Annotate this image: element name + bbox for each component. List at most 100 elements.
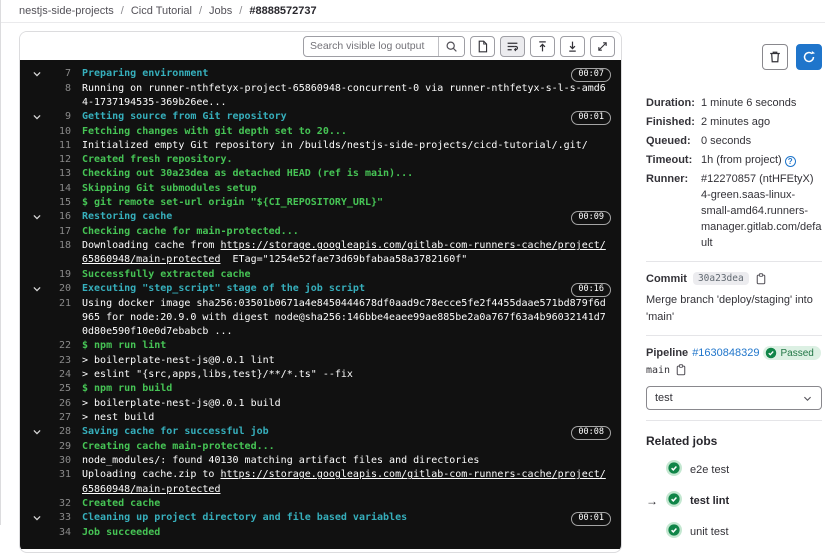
log-line-number[interactable]: 8 xyxy=(50,82,71,96)
log-line-number[interactable]: 27 xyxy=(50,411,71,425)
commit-label: Commit xyxy=(646,273,687,285)
related-job-link[interactable]: unit test xyxy=(690,526,729,538)
log-line-number[interactable]: 31 xyxy=(50,468,71,482)
copy-commit-sha-button[interactable] xyxy=(755,273,767,285)
section-duration-badge: 00:08 xyxy=(571,426,611,440)
log-line-number[interactable]: 11 xyxy=(50,139,71,153)
log-line: 27> nest build xyxy=(24,411,611,425)
log-line-number[interactable]: 12 xyxy=(50,153,71,167)
detail-label: Timeout: xyxy=(646,153,701,169)
log-line-number[interactable]: 15 xyxy=(50,196,71,210)
log-line-number[interactable]: 30 xyxy=(50,454,71,468)
log-line-text: Restoring cache xyxy=(71,210,561,224)
log-line-text: Getting source from Git repository xyxy=(71,110,561,124)
sidebar-actions xyxy=(646,44,822,70)
log-line-number[interactable]: 10 xyxy=(50,125,71,139)
log-line-text: $ npm run lint xyxy=(71,339,611,353)
log-line-text: > nest build xyxy=(71,411,611,425)
chevron-down-icon xyxy=(32,513,42,523)
search-icon[interactable] xyxy=(438,37,464,56)
log-line-number[interactable]: 32 xyxy=(50,497,71,511)
breadcrumb-link[interactable]: nestjs-side-projects xyxy=(19,5,114,17)
log-line-number[interactable]: 29 xyxy=(50,440,71,454)
fullscreen-button[interactable] xyxy=(590,36,615,57)
log-line-text: Saving cache for successful job xyxy=(71,425,561,439)
log-line-number[interactable]: 28 xyxy=(50,425,71,439)
log-line-number[interactable]: 13 xyxy=(50,167,71,181)
file-icon xyxy=(476,40,489,53)
log-line-number[interactable]: 23 xyxy=(50,354,71,368)
retry-job-button[interactable] xyxy=(796,44,822,70)
log-line-text: Created fresh repository. xyxy=(71,153,611,167)
log-line-text: Checking cache for main-protected... xyxy=(71,225,611,239)
collapse-section-toggle[interactable] xyxy=(24,67,50,79)
log-line-number[interactable]: 33 xyxy=(50,511,71,525)
help-icon[interactable]: ? xyxy=(785,156,796,167)
trash-icon xyxy=(768,50,782,64)
log-line: 29Creating cache main-protected... xyxy=(24,440,611,454)
log-line-number[interactable]: 9 xyxy=(50,110,71,124)
raw-log-button[interactable] xyxy=(470,36,495,57)
erase-log-button[interactable] xyxy=(762,44,788,70)
log-line: 31Uploading cache.zip to https://storage… xyxy=(24,468,611,497)
pipeline-status-badge[interactable]: Passed xyxy=(763,346,820,360)
log-line-text: node_modules/: found 40130 matching arti… xyxy=(71,454,611,468)
log-line-number[interactable]: 19 xyxy=(50,268,71,282)
related-job-row: →test lint xyxy=(646,491,822,510)
collapse-section-toggle[interactable] xyxy=(24,511,50,523)
branch-ref-link[interactable]: main xyxy=(646,365,670,376)
log-line-number[interactable]: 22 xyxy=(50,339,71,353)
scroll-bottom-button[interactable] xyxy=(560,36,585,57)
breadcrumb-separator: / xyxy=(239,5,242,17)
log-line: 10Fetching changes with git depth set to… xyxy=(24,125,611,139)
scroll-top-button[interactable] xyxy=(530,36,555,57)
log-line-text: Uploading cache.zip to https://storage.g… xyxy=(71,468,611,497)
job-status-icon xyxy=(666,460,682,479)
fullscreen-icon xyxy=(596,40,609,53)
log-line: 20Executing "step_script" stage of the j… xyxy=(24,282,611,297)
collapse-section-toggle[interactable] xyxy=(24,425,50,437)
log-line: 24> eslint "{src,apps,libs,test}/**/*.ts… xyxy=(24,368,611,382)
log-gutter xyxy=(24,526,50,528)
log-line-number[interactable]: 26 xyxy=(50,397,71,411)
log-line-number[interactable]: 20 xyxy=(50,282,71,296)
collapse-section-toggle[interactable] xyxy=(24,210,50,222)
related-job-link[interactable]: test lint xyxy=(690,495,729,507)
breadcrumb-link[interactable]: Jobs xyxy=(209,5,232,17)
pipeline-id-link[interactable]: #1630848329 xyxy=(692,347,759,359)
log-line-text: Fetching changes with git depth set to 2… xyxy=(71,125,611,139)
commit-sha-link[interactable]: 30a23dea xyxy=(693,272,749,285)
log-gutter xyxy=(24,196,50,198)
main-content: 7Preparing environment00:078Running on r… xyxy=(1,31,825,553)
log-gutter xyxy=(24,354,50,356)
log-line-number[interactable]: 18 xyxy=(50,239,71,253)
log-line-number[interactable]: 17 xyxy=(50,225,71,239)
log-line-number[interactable]: 16 xyxy=(50,210,71,224)
job-sidebar: Duration:1 minute 6 secondsFinished:2 mi… xyxy=(646,31,822,553)
log-line-number[interactable]: 24 xyxy=(50,368,71,382)
search-input[interactable] xyxy=(304,40,438,52)
job-status-icon xyxy=(666,522,682,541)
breadcrumb-link[interactable]: Cicd Tutorial xyxy=(131,5,192,17)
log-gutter xyxy=(24,297,50,299)
related-job-link[interactable]: e2e test xyxy=(690,464,729,476)
log-line-text: Using docker image sha256:03501b0671a4e8… xyxy=(71,297,611,340)
collapse-section-toggle[interactable] xyxy=(24,282,50,294)
log-line: 18Downloading cache from https://storage… xyxy=(24,239,611,268)
related-job-row: unit test xyxy=(646,522,822,541)
wrap-lines-button[interactable] xyxy=(500,36,525,57)
log-line-number[interactable]: 14 xyxy=(50,182,71,196)
log-line-number[interactable]: 21 xyxy=(50,297,71,311)
collapse-section-toggle[interactable] xyxy=(24,110,50,122)
log-line-number[interactable]: 25 xyxy=(50,382,71,396)
log-gutter xyxy=(24,382,50,384)
copy-branch-button[interactable] xyxy=(675,364,687,376)
log-line-text: Downloading cache from https://storage.g… xyxy=(71,239,611,268)
log-line-number[interactable]: 34 xyxy=(50,526,71,540)
log-line: 9Getting source from Git repository00:01 xyxy=(24,110,611,125)
clipboard-icon xyxy=(675,364,687,376)
log-line-text: Creating cache main-protected... xyxy=(71,440,611,454)
log-line: 22$ npm run lint xyxy=(24,339,611,353)
stage-select[interactable]: test xyxy=(646,386,822,410)
log-line-number[interactable]: 7 xyxy=(50,67,71,81)
